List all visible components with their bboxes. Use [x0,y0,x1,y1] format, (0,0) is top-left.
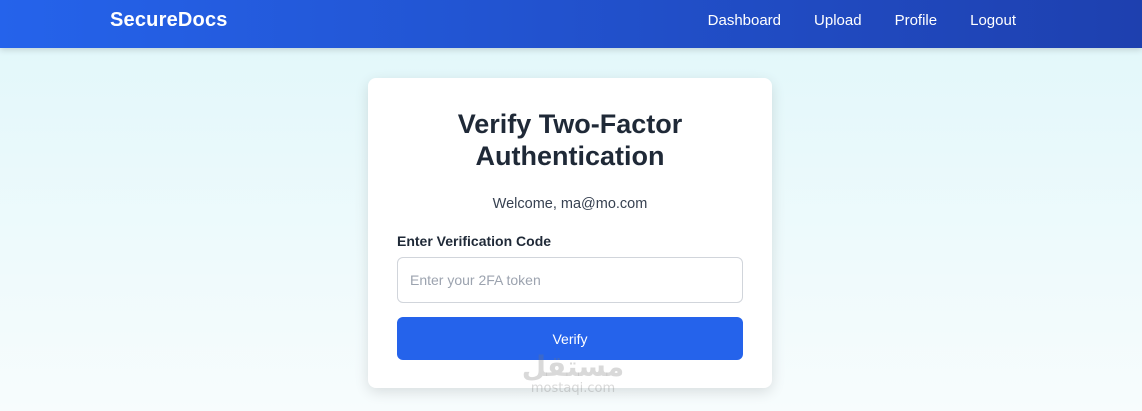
verify-2fa-card: Verify Two-Factor Authentication Welcome… [368,78,772,388]
verification-code-input[interactable] [397,257,743,303]
nav-links: Dashboard Upload Profile Logout [708,12,1016,29]
welcome-message: Welcome, ma@mo.com [492,196,648,212]
top-navbar: SecureDocs Dashboard Upload Profile Logo… [0,0,1142,48]
page-title: Verify Two-Factor Authentication [457,109,683,171]
brand-logo[interactable]: SecureDocs [110,9,228,32]
nav-link-profile[interactable]: Profile [895,12,938,29]
nav-link-upload[interactable]: Upload [814,12,862,29]
nav-link-dashboard[interactable]: Dashboard [708,12,781,29]
nav-link-logout[interactable]: Logout [970,12,1016,29]
verification-code-label: Enter Verification Code [397,233,552,249]
verify-button[interactable]: Verify [397,317,743,360]
